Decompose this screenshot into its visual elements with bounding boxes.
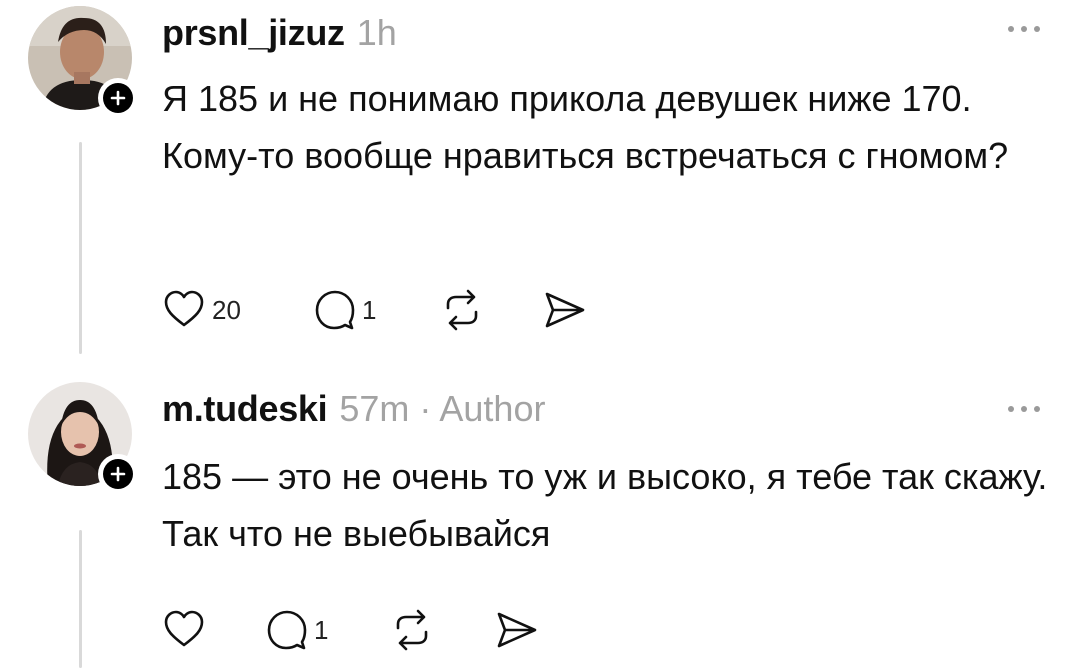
plus-icon [103,83,133,113]
reply-button[interactable]: 1 [266,608,328,652]
plus-icon [103,459,133,489]
reply-count: 1 [314,614,329,645]
like-button[interactable]: 20 [162,288,241,332]
reply-button[interactable]: 1 [314,288,376,332]
repost-button[interactable] [440,288,484,332]
send-icon [545,292,585,328]
like-count: 20 [212,294,241,325]
reply-count: 1 [362,294,377,325]
post-1: prsnl_jizuz 1h Я 185 и не понимаю прикол… [0,0,1080,360]
like-button[interactable] [162,608,212,652]
more-icon[interactable] [1008,406,1040,412]
follow-button[interactable] [98,78,138,118]
share-button[interactable] [494,608,538,652]
post-2: m.tudeski 57m · Author 185 — это не очен… [0,372,1080,668]
share-button[interactable] [542,288,586,332]
repost-icon [446,289,478,331]
comment-icon [315,290,355,330]
post-text: 185 — это не очень то уж и высоко, я теб… [162,456,1048,554]
comment-icon [267,610,307,650]
heart-icon [164,610,204,647]
post-header: m.tudeski 57m · Author [162,388,545,430]
thread-line [79,142,82,354]
username[interactable]: m.tudeski [162,388,328,430]
post-text: Я 185 и не понимаю прикола девушек ниже … [162,78,1009,176]
follow-button[interactable] [98,454,138,494]
author-badge: · Author [419,388,546,429]
post-header: prsnl_jizuz 1h [162,12,397,54]
timestamp: 57m [339,388,410,429]
repost-button[interactable] [390,608,434,652]
heart-icon [164,290,204,327]
repost-icon [396,609,428,651]
username[interactable]: prsnl_jizuz [162,12,345,54]
more-icon[interactable] [1008,26,1040,32]
send-icon [497,612,537,648]
timestamp: 1h [356,12,397,53]
thread-line [79,530,82,668]
